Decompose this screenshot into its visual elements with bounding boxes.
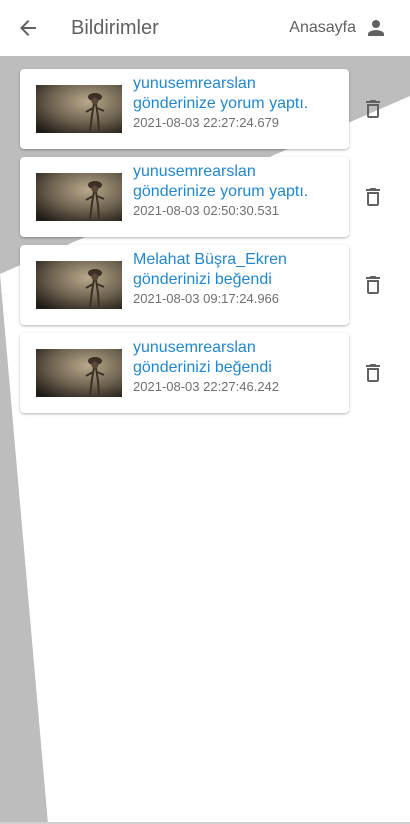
notification-text: yunusemrearslan gönderinize yorum yaptı.… [133,74,343,131]
post-thumbnail [36,261,122,309]
home-button[interactable]: Anasayfa [289,14,388,42]
delete-button[interactable] [361,273,385,297]
back-button[interactable] [14,14,42,42]
notification-user: yunusemrearslan [133,339,256,356]
notification-timestamp: 2021-08-03 22:27:24.679 [133,115,280,130]
list-item: Melahat Büşra_Ekren gönderinizi beğendi … [0,245,410,327]
page-title: Bildirimler [71,17,159,39]
notification-message: gönderinizi beğendi [133,271,272,288]
notification-text: Melahat Büşra_Ekren gönderinizi beğendi … [133,250,343,307]
home-label: Anasayfa [289,19,356,36]
trash-icon [366,276,380,294]
notification-text: yunusemrearslan gönderinize yorum yaptı.… [133,162,343,219]
list-item: yunusemrearslan gönderinize yorum yaptı.… [0,157,410,239]
notification-timestamp: 2021-08-03 02:50:30.531 [133,203,280,218]
notification-user: yunusemrearslan [133,75,256,92]
app-bar: Bildirimler Anasayfa [0,0,410,56]
notification-message: gönderinizi beğendi [133,359,272,376]
delete-button[interactable] [361,185,385,209]
notification-user: Melahat Büşra_Ekren [133,251,287,268]
trash-icon [366,100,380,118]
post-thumbnail [36,349,122,397]
person-icon [368,20,384,36]
notification-card[interactable]: yunusemrearslan gönderinize yorum yaptı.… [20,157,349,237]
notification-card[interactable]: yunusemrearslan gönderinize yorum yaptı.… [20,69,349,149]
trash-icon [366,188,380,206]
delete-button[interactable] [361,97,385,121]
post-thumbnail [36,173,122,221]
notification-message: gönderinize yorum yaptı. [133,95,309,112]
list-item: yunusemrearslan gönderinize yorum yaptı.… [0,69,410,151]
notification-timestamp: 2021-08-03 09:17:24.966 [133,291,280,306]
trash-icon [366,364,380,382]
notification-card[interactable]: yunusemrearslan gönderinizi beğendi 2021… [20,333,349,413]
arrow-left-icon [20,20,36,36]
list-item: yunusemrearslan gönderinizi beğendi 2021… [0,333,410,415]
notification-message: gönderinize yorum yaptı. [133,183,309,200]
notification-text: yunusemrearslan gönderinizi beğendi 2021… [133,338,343,395]
delete-button[interactable] [361,361,385,385]
notification-card[interactable]: Melahat Büşra_Ekren gönderinizi beğendi … [20,245,349,325]
post-thumbnail [36,85,122,133]
notification-timestamp: 2021-08-03 22:27:46.242 [133,379,280,394]
notification-user: yunusemrearslan [133,163,256,180]
